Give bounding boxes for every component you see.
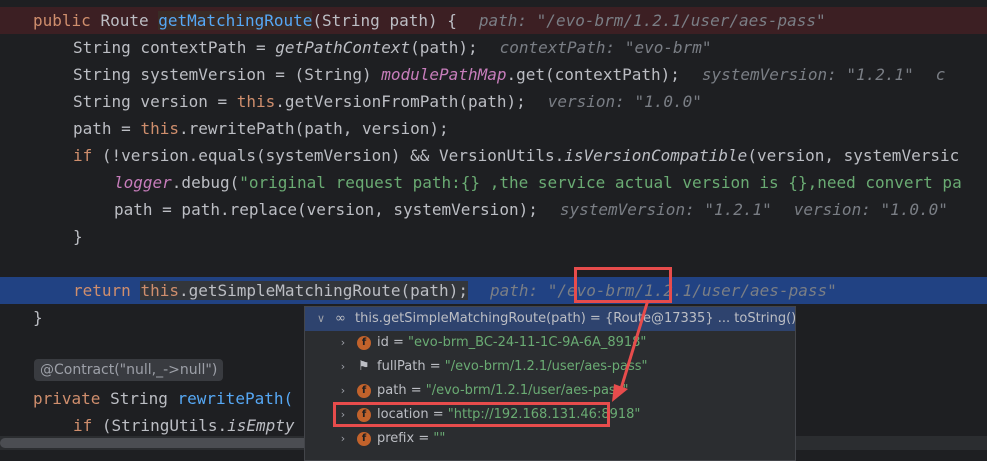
code-line-current[interactable]: return this.getSimpleMatchingRoute(path)…: [0, 277, 987, 304]
code-text: .debug(: [171, 173, 240, 192]
equals-sign: =: [425, 359, 445, 374]
popup-field-row[interactable]: › f prefix = "": [305, 427, 795, 451]
chevron-right-icon[interactable]: ›: [337, 355, 349, 379]
inline-debug-hint: path: "/evo-brm/1.2.1/user/aes-pass": [478, 11, 826, 30]
field-ref: logger: [114, 173, 172, 192]
equals-sign: =: [388, 335, 409, 350]
chevron-right-icon[interactable]: ›: [337, 379, 349, 403]
keyword: if: [73, 146, 93, 165]
keyword: private: [33, 389, 101, 408]
keyword: public: [33, 11, 91, 30]
closing-brace: }: [33, 308, 43, 327]
code-line-4[interactable]: String version = this.getVersionFromPath…: [0, 88, 987, 115]
inline-debug-hint: c: [935, 65, 946, 84]
method-call: getPathContext: [275, 38, 411, 57]
code-text: String version =: [73, 92, 237, 111]
annotation-box-path: [574, 267, 672, 303]
type-name: Route: [100, 11, 149, 30]
field-icon: f: [357, 336, 371, 350]
method-name: getMatchingRoute: [158, 11, 313, 30]
inline-debug-hint: systemVersion: "1.2.1": [559, 200, 772, 219]
field-name: path: [377, 383, 407, 398]
popup-field-row[interactable]: › ⚑ fullPath = "/evo-brm/1.2.1/user/aes-…: [305, 355, 795, 379]
popup-field-row[interactable]: › f path = "/evo-brm/1.2.1/user/aes-pass…: [305, 379, 795, 403]
popup-field-row[interactable]: › f id = "evo-brm_BC-24-11-1C-9A-6A_8918…: [305, 331, 795, 355]
closing-brace: }: [73, 227, 83, 246]
code-text: .getVersionFromPath(path);: [275, 92, 526, 111]
inline-debug-hint: systemVersion: "1.2.1": [701, 65, 914, 84]
code-line-2[interactable]: String contextPath = getPathContext(path…: [0, 34, 987, 61]
code-text: (StringUtils.: [92, 416, 228, 435]
code-text: (!version.equals(systemVersion) && Versi…: [92, 146, 565, 165]
code-line-5[interactable]: path = this.rewritePath(path, version);: [0, 115, 987, 142]
keyword: if: [73, 416, 93, 435]
flag-icon: ⚑: [358, 359, 370, 374]
field-value: "/evo-brm/1.2.1/user/aes-pass": [425, 383, 629, 398]
code-line-7[interactable]: logger.debug("original request path:{} ,…: [0, 169, 987, 196]
keyword: this: [236, 92, 276, 111]
code-line-1[interactable]: public Route getMatchingRoute(String pat…: [0, 7, 987, 34]
chevron-right-icon[interactable]: ›: [337, 331, 349, 355]
code-line-8[interactable]: path = path.replace(version, systemVersi…: [0, 196, 987, 223]
inline-debug-hint: contextPath: "evo-brm": [499, 38, 712, 57]
watch-glasses-icon: ∞: [335, 311, 346, 326]
string-literal: "original request path:{} ,the service a…: [239, 173, 962, 192]
method-name: rewritePath(: [177, 389, 294, 408]
method-call: isVersionCompatible: [564, 146, 748, 165]
evaluated-expression: this.getSimpleMatchingRoute(path) = {Rou…: [355, 311, 714, 326]
annotation-box-location: [333, 402, 610, 427]
keyword: this: [140, 119, 179, 138]
equals-sign: =: [406, 383, 426, 398]
code-text: (version, systemVersic: [747, 146, 960, 165]
equals-sign: =: [414, 431, 434, 446]
popup-root-row[interactable]: ∨ ∞ this.getSimpleMatchingRoute(path) = …: [305, 307, 795, 331]
field-icon: f: [357, 384, 371, 398]
code-line-6[interactable]: if (!version.equals(systemVersion) && Ve…: [0, 142, 987, 169]
type-name: String: [110, 389, 168, 408]
code-line-3[interactable]: String systemVersion = (String) modulePa…: [0, 61, 987, 88]
code-text: String contextPath =: [73, 38, 276, 57]
field-name: id: [377, 335, 389, 350]
inline-debug-hint: version: "1.0.0": [547, 92, 702, 111]
method-call: isEmpty: [227, 416, 295, 435]
signature: (String path) {: [312, 11, 457, 30]
field-name: fullPath: [377, 359, 426, 374]
inline-debug-hint: version: "1.0.0": [793, 200, 948, 219]
field-value: "evo-brm_BC-24-11-1C-9A-6A_8918": [408, 335, 647, 350]
code-text: path = path.replace(version, systemVersi…: [114, 200, 538, 219]
contract-annotation-hint: @Contract("null,_->null"): [34, 359, 224, 381]
keyword: return: [73, 281, 131, 300]
chevron-right-icon[interactable]: ›: [337, 427, 349, 451]
code-text: (path);: [410, 38, 478, 57]
to-string-link[interactable]: ... toString(): [718, 311, 795, 326]
code-text: .rewritePath(path, version);: [178, 119, 449, 138]
code-text: .get(contextPath);: [506, 65, 680, 84]
code-text: path =: [73, 119, 141, 138]
code-text: String systemVersion = (String): [73, 65, 382, 84]
code-line-9[interactable]: }: [0, 223, 987, 250]
field-value: "/evo-brm/1.2.1/user/aes-pass": [444, 359, 648, 374]
field-value: "": [433, 431, 446, 446]
chevron-down-icon[interactable]: ∨: [315, 307, 327, 331]
field-name: prefix: [377, 431, 415, 446]
field-icon: f: [357, 432, 371, 446]
keyword: this: [140, 281, 179, 300]
field-ref: modulePathMap: [381, 65, 507, 84]
debug-evaluation-popup[interactable]: ∨ ∞ this.getSimpleMatchingRoute(path) = …: [304, 306, 796, 461]
code-text: .getSimpleMatchingRoute(path);: [178, 281, 468, 300]
